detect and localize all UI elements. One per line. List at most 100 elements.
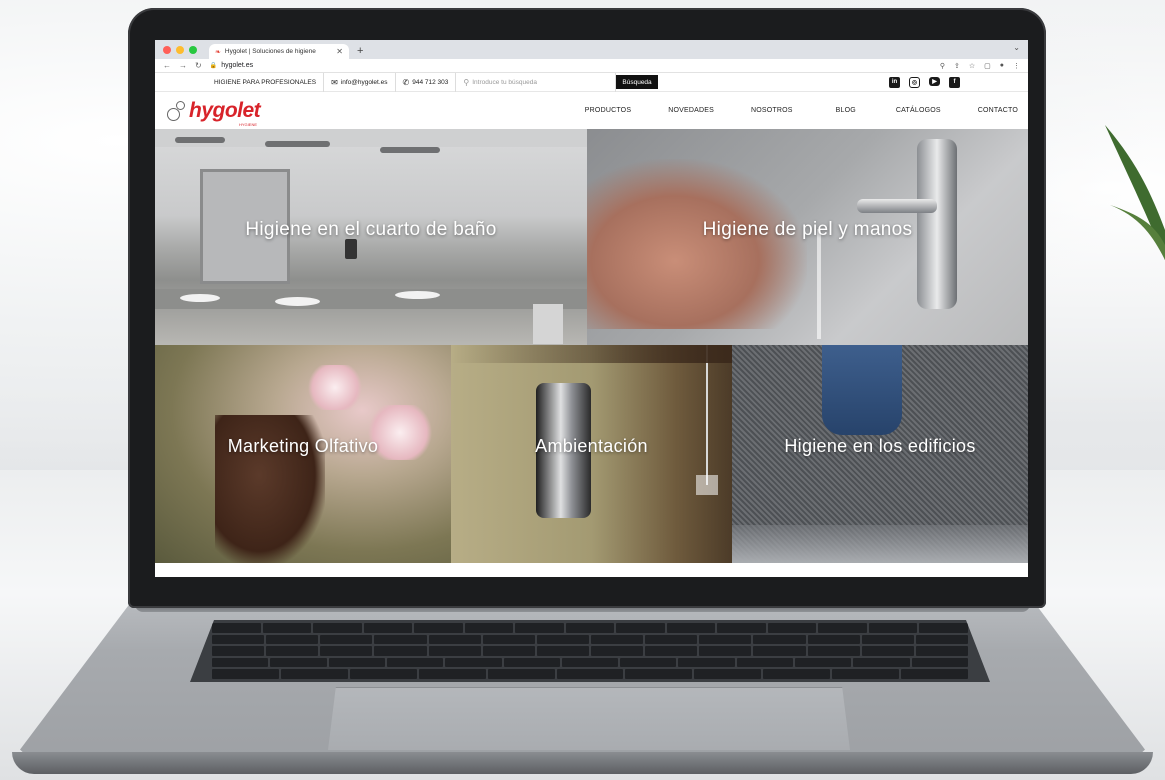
keyboard-key: [818, 623, 867, 633]
favicon-icon: ❧: [215, 48, 221, 56]
address-bar-actions: ⚲ ⇪ ☆ ▢ ● ⋮: [940, 62, 1020, 70]
tile-bathroom-hygiene[interactable]: Higiene en el cuarto de baño: [155, 129, 587, 345]
keyboard-key: [266, 646, 319, 656]
tile-skin-hands-hygiene[interactable]: Higiene de piel y manos: [587, 129, 1028, 345]
linkedin-icon[interactable]: in: [889, 76, 900, 88]
site-header: hygolet HYGIENE PRODUCTOS NOVEDADES NOSO…: [155, 92, 1028, 129]
forward-icon[interactable]: →: [179, 61, 187, 70]
url-field[interactable]: 🔒 hygolet.es: [210, 62, 932, 69]
keyboard-key: [320, 646, 373, 656]
tab-search-icon[interactable]: ⌄: [1013, 43, 1020, 52]
keyboard-key: [901, 669, 968, 679]
logo-brand: hygolet: [189, 98, 261, 122]
browser-tab[interactable]: ❧ Hygolet | Soluciones de higiene ✕: [209, 44, 349, 59]
keyboard-key: [807, 646, 860, 656]
keyboard-key: [616, 623, 665, 633]
keyboard-key: [328, 657, 385, 668]
phone-text: 944 712 303: [412, 78, 449, 86]
search-placeholder: Introduce tu búsqueda: [472, 78, 537, 86]
site-top-strip: HIGIENE PARA PROFESIONALES ✉ info@hygole…: [155, 72, 1028, 92]
tile-ambience[interactable]: Ambientación: [451, 345, 732, 563]
instagram-icon[interactable]: ◎: [909, 76, 920, 88]
menu-item-nosotros[interactable]: NOSOTROS: [751, 107, 793, 114]
keyboard-key: [861, 646, 914, 656]
keyboard-row: [212, 669, 968, 679]
keyboard-key: [536, 646, 589, 656]
tile-building-hygiene[interactable]: Higiene en los edificios: [732, 345, 1028, 563]
main-menu: PRODUCTOS NOVEDADES NOSOTROS BLOG CATÁLO…: [585, 107, 1018, 114]
trackpad: [328, 687, 850, 750]
keyboard-key: [919, 623, 968, 633]
phone-link[interactable]: ✆ 944 712 303: [396, 72, 457, 92]
keyboard-key: [428, 646, 481, 656]
mail-icon: ✉: [331, 77, 338, 87]
keyboard-key: [212, 669, 279, 679]
logo-bubbles-icon: [167, 100, 187, 122]
keyboard-key: [868, 623, 918, 633]
keyboard-key: [832, 669, 900, 679]
maximize-window-button[interactable]: [189, 45, 197, 54]
keyboard-key: [503, 657, 560, 668]
tile-label: Higiene en el cuarto de baño: [245, 219, 497, 240]
menu-item-productos[interactable]: PRODUCTOS: [585, 107, 631, 114]
keyboard-key: [694, 669, 762, 679]
keyboard-key: [313, 623, 362, 633]
close-window-button[interactable]: [163, 45, 171, 54]
keyboard-key: [445, 657, 502, 668]
keyboard-key: [853, 657, 910, 668]
logo[interactable]: hygolet HYGIENE: [167, 98, 261, 127]
share-icon[interactable]: ⇪: [954, 62, 960, 70]
menu-item-catalogos[interactable]: CATÁLOGOS: [896, 107, 941, 114]
keyboard-key: [374, 646, 427, 656]
keyboard-key: [717, 623, 766, 633]
menu-item-contacto[interactable]: CONTACTO: [978, 107, 1018, 114]
sidebar-icon[interactable]: ▢: [984, 62, 991, 70]
keyboard-key: [911, 657, 968, 668]
laptop-screen: ❧ Hygolet | Soluciones de higiene ✕ + ⌄ …: [155, 40, 1028, 577]
menu-item-blog[interactable]: BLOG: [836, 107, 856, 114]
keyboard-key: [212, 623, 261, 633]
bookmark-star-icon[interactable]: ☆: [969, 62, 975, 70]
zoom-icon[interactable]: ⚲: [940, 62, 945, 70]
new-tab-button[interactable]: +: [357, 44, 363, 59]
window-controls: [163, 40, 197, 59]
keyboard-key: [374, 634, 427, 645]
tile-olfactory-marketing[interactable]: Marketing Olfativo: [155, 345, 451, 563]
email-link[interactable]: ✉ info@hygolet.es: [324, 72, 396, 92]
keyboard-key: [666, 623, 716, 633]
menu-item-novedades[interactable]: NOVEDADES: [668, 107, 714, 114]
keyboard-row: [212, 646, 968, 656]
search-input[interactable]: ⚲ Introduce tu búsqueda: [456, 72, 617, 92]
keyboard-row: [212, 657, 968, 668]
close-tab-icon[interactable]: ✕: [336, 47, 343, 56]
reload-icon[interactable]: ↻: [195, 61, 202, 70]
browser-menu-icon[interactable]: ⋮: [1013, 62, 1020, 70]
keyboard-key: [270, 657, 327, 668]
tile-label: Ambientación: [535, 435, 648, 456]
back-icon[interactable]: ←: [163, 61, 171, 70]
search-icon: ⚲: [463, 77, 470, 87]
search-button[interactable]: Búsqueda: [616, 75, 658, 89]
keyboard-key: [320, 634, 373, 645]
keyboard-key: [807, 634, 860, 645]
keyboard-key: [280, 669, 348, 679]
profile-icon[interactable]: ●: [1000, 62, 1004, 70]
keyboard-key: [861, 634, 914, 645]
keyboard-key: [699, 646, 752, 656]
keyboard-key: [736, 657, 794, 668]
keyboard-key: [590, 646, 644, 656]
keyboard-key: [363, 623, 413, 633]
keyboard-key: [678, 657, 735, 668]
url-text: hygolet.es: [221, 62, 254, 69]
keyboard-key: [487, 669, 555, 679]
phone-icon: ✆: [402, 77, 410, 87]
keyboard-key: [915, 634, 968, 645]
minimize-window-button[interactable]: [176, 45, 184, 54]
youtube-icon[interactable]: ▶: [929, 76, 940, 86]
tile-label: Marketing Olfativo: [227, 435, 379, 456]
keyboard-key: [349, 669, 417, 679]
facebook-icon[interactable]: f: [949, 76, 960, 88]
keyboard-key: [561, 657, 619, 668]
keyboard-key: [515, 623, 564, 633]
category-grid: Higiene en el cuarto de baño Higiene de …: [155, 129, 1028, 563]
